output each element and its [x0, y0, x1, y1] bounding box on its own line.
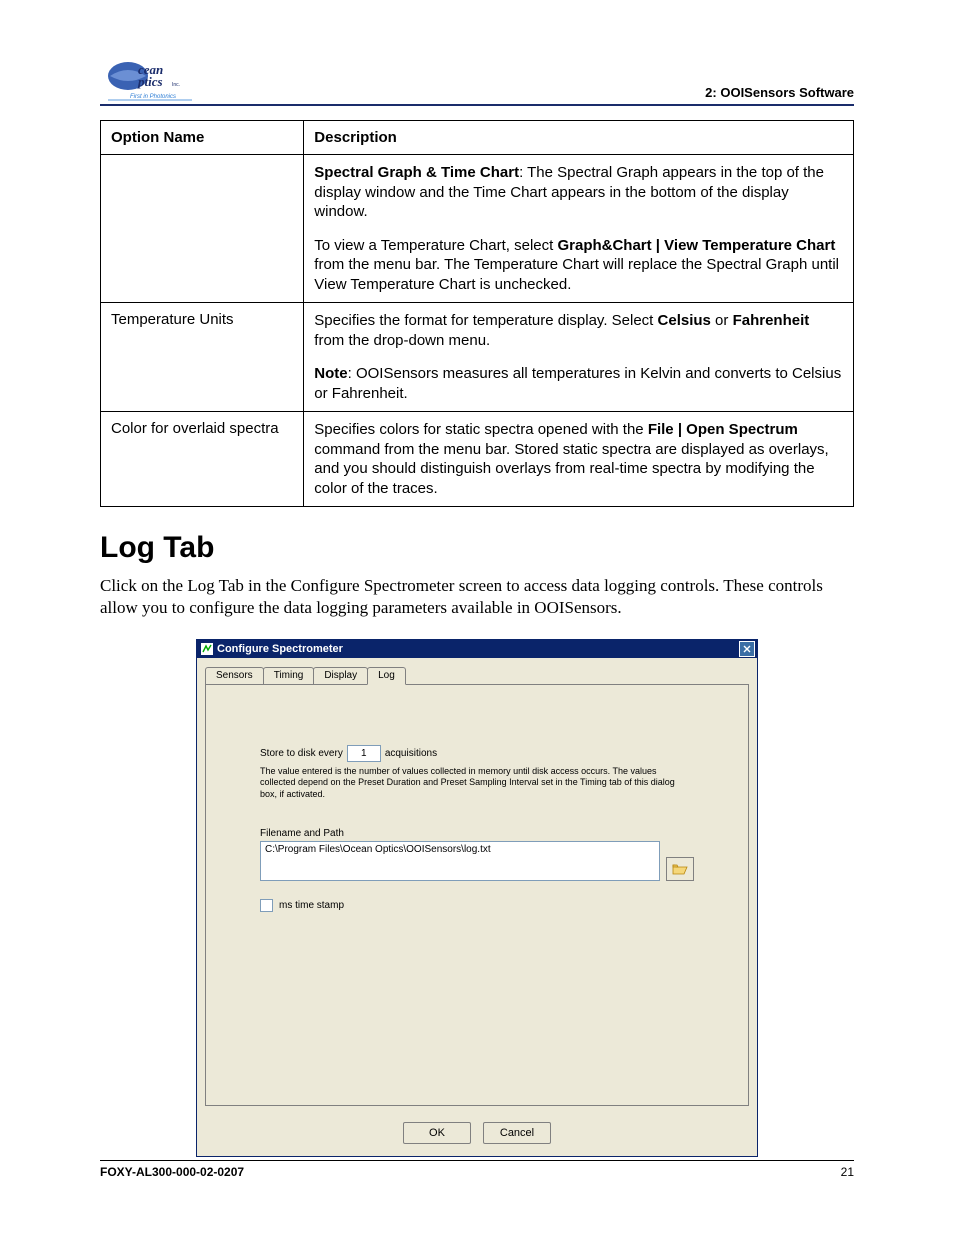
filepath-input[interactable]: [260, 841, 660, 881]
folder-open-icon: [672, 862, 688, 876]
ms-timestamp-label: ms time stamp: [279, 900, 344, 911]
page-footer: FOXY-AL300-000-02-0207 21: [100, 1160, 854, 1179]
log-tab-panel: Store to disk every acquisitions The val…: [205, 684, 749, 1106]
filepath-label: Filename and Path: [260, 828, 694, 839]
tab-sensors[interactable]: Sensors: [205, 667, 264, 684]
tab-display[interactable]: Display: [313, 667, 368, 684]
option-name-cell: [101, 155, 304, 303]
col-header-description: Description: [304, 121, 854, 155]
heading-log-tab: Log Tab: [100, 531, 854, 565]
ms-timestamp-checkbox[interactable]: [260, 899, 273, 912]
cancel-button[interactable]: Cancel: [483, 1122, 551, 1144]
ocean-optics-logo: cean ptics Inc. First in Photonics: [100, 56, 200, 104]
browse-button[interactable]: [666, 857, 694, 881]
option-name-cell: Temperature Units: [101, 303, 304, 412]
tab-strip: SensorsTimingDisplayLog: [197, 658, 757, 684]
close-button[interactable]: [739, 641, 755, 657]
app-icon: [201, 643, 213, 655]
option-desc-cell: Spectral Graph & Time Chart: The Spectra…: [304, 155, 854, 303]
dialog-title: Configure Spectrometer: [217, 643, 343, 655]
dialog-titlebar: Configure Spectrometer: [197, 640, 757, 658]
store-help-text: The value entered is the number of value…: [260, 766, 680, 800]
col-header-option: Option Name: [101, 121, 304, 155]
page-header: cean ptics Inc. First in Photonics 2: OO…: [100, 56, 854, 106]
option-desc-cell: Specifies the format for temperature dis…: [304, 303, 854, 412]
ok-button[interactable]: OK: [403, 1122, 471, 1144]
svg-text:ptics: ptics: [137, 74, 163, 89]
close-icon: [743, 645, 751, 653]
option-name-cell: Color for overlaid spectra: [101, 412, 304, 507]
doc-id: FOXY-AL300-000-02-0207: [100, 1165, 244, 1179]
tab-log[interactable]: Log: [367, 667, 406, 685]
section-label: 2: OOISensors Software: [705, 85, 854, 104]
configure-spectrometer-dialog: Configure Spectrometer SensorsTimingDisp…: [196, 639, 758, 1157]
options-table: Option Name Description Spectral Graph &…: [100, 120, 854, 507]
svg-text:Inc.: Inc.: [172, 82, 180, 88]
svg-text:First in Photonics: First in Photonics: [130, 94, 176, 100]
option-desc-cell: Specifies colors for static spectra open…: [304, 412, 854, 507]
store-label-post: acquisitions: [385, 748, 437, 759]
intro-paragraph: Click on the Log Tab in the Configure Sp…: [100, 575, 854, 619]
page-number: 21: [841, 1165, 854, 1179]
store-label-pre: Store to disk every: [260, 748, 343, 759]
acquisitions-input[interactable]: [347, 745, 381, 762]
tab-timing[interactable]: Timing: [263, 667, 315, 684]
